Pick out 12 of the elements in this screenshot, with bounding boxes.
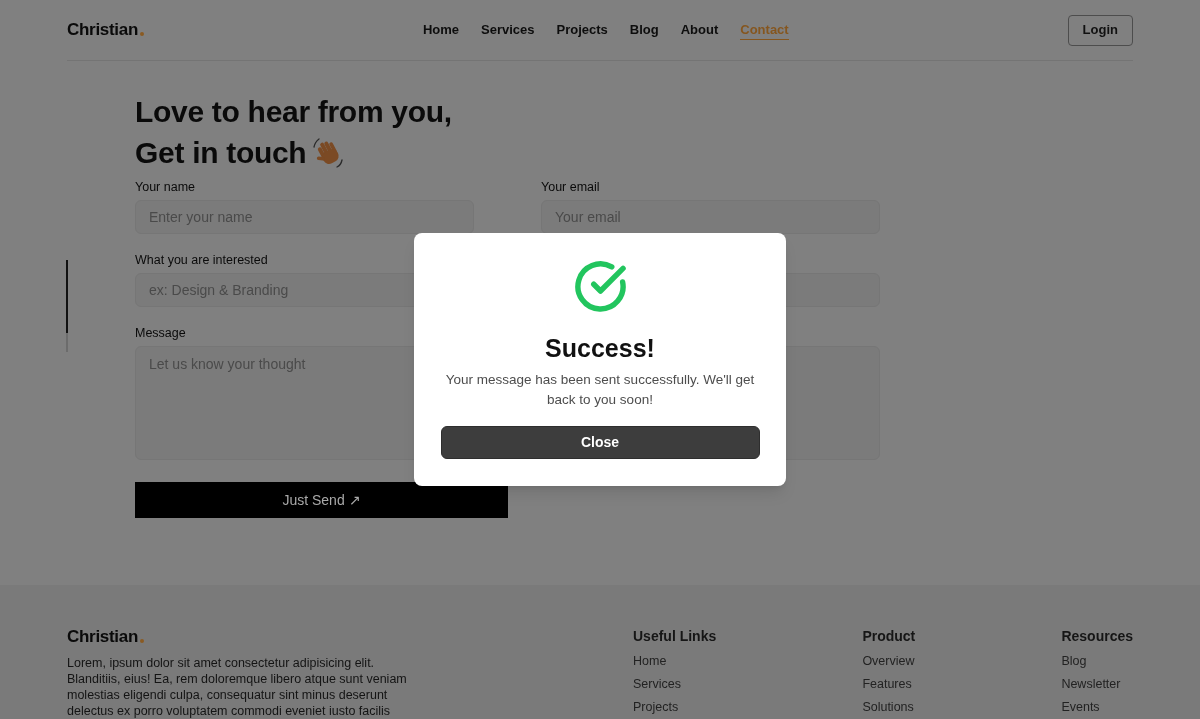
dialog-title: Success! [545, 333, 655, 363]
field-label: Message [135, 325, 186, 341]
heading-text: Get in touch [135, 135, 307, 171]
field-label: What you are interested [135, 252, 268, 268]
field-label: Your email [541, 179, 600, 195]
footer-column-title: Product [862, 627, 916, 646]
dialog-message: Your message has been sent successfully. We'll get back to you soon! [444, 371, 756, 409]
footer-column-title: Useful Links [633, 627, 717, 646]
footer-description: Lorem, ipsum dolor sit amet consectetur adipisicing elit. Blanditiis, eius! Ea, rem doloremque libero atque sunt veniam molestias eligendi culpa, consequatur sint minus deserunt delectus ex porro voluptatem commodi eveniet iusto facilis [67, 655, 408, 719]
footer-column-title: Resources [1061, 627, 1133, 646]
field-label: Your name [135, 179, 195, 195]
heading-text: Love to hear from you, [135, 94, 452, 130]
